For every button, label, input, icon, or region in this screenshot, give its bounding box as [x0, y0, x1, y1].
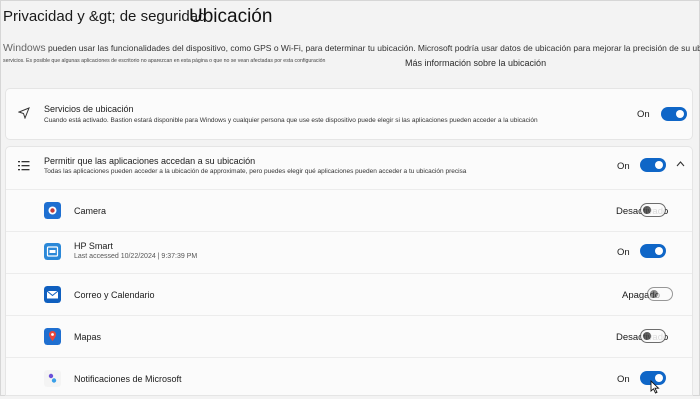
chevron-up-icon[interactable] [676, 161, 685, 167]
app-state: On [617, 247, 630, 258]
description-line-1: Windows pueden usar las funcionalidades … [3, 42, 700, 54]
location-services-toggle[interactable] [661, 107, 687, 121]
app-name: HP Smart [74, 241, 113, 251]
page-title: Ubicación [189, 6, 273, 27]
app-row-camera: Camera Desactivado [6, 190, 692, 231]
page-header: Privacidad y &gt; de seguridad Ubicación [3, 2, 693, 32]
app-access-state: On [617, 161, 630, 172]
app-access-card: Permitir que las aplicaciones accedan a … [5, 146, 693, 396]
app-last-accessed: Last accessed 10/22/2024 | 9:37:39 PM [74, 253, 198, 260]
app-toggle-maps[interactable] [640, 329, 666, 343]
app-row-maps: Mapas Desactivado [6, 316, 692, 357]
more-info-link[interactable]: Más información sobre la ubicación [405, 58, 546, 68]
mail-app-icon [44, 286, 61, 303]
app-name: Mapas [74, 332, 102, 342]
hp-smart-app-icon [44, 243, 61, 260]
navigation-arrow-icon [18, 107, 30, 119]
description-text: pueden usar las funcionalidades del disp… [45, 43, 700, 53]
app-access-subtitle: Todas las aplicaciones pueden acceder a … [44, 168, 467, 175]
app-access-title: Permitir que las aplicaciones accedan a … [44, 156, 256, 166]
breadcrumb-privacy[interactable]: Privacidad y &gt; de seguridad [3, 8, 206, 25]
app-name: Notificaciones de Microsoft [74, 374, 182, 384]
app-toggle-camera[interactable] [640, 203, 666, 217]
app-name: Camera [74, 206, 107, 216]
app-name: Correo y Calendario [74, 290, 155, 300]
app-row-hp-smart: HP Smart Last accessed 10/22/2024 | 9:37… [6, 232, 692, 273]
description-line-2: servicios. Es posible que algunas aplica… [3, 58, 326, 64]
location-services-state: On [637, 109, 650, 120]
location-services-subtitle: Cuando está activado. Bastion estará dis… [44, 117, 538, 124]
description-lead-word: Windows [3, 42, 46, 54]
app-row-mail-calendar: Correo y Calendario Apagado [6, 274, 692, 315]
microsoft-notifications-app-icon [44, 370, 61, 387]
maps-app-icon [44, 328, 61, 345]
app-toggle-hp-smart[interactable] [640, 244, 666, 258]
app-state: On [617, 374, 630, 385]
mouse-cursor-icon [650, 380, 660, 394]
location-services-title: Servicios de ubicación [44, 104, 134, 114]
camera-app-icon [44, 202, 61, 219]
app-toggle-mail-calendar[interactable] [647, 287, 673, 301]
app-access-toggle[interactable] [640, 158, 666, 172]
app-row-microsoft-notifications: Notificaciones de Microsoft On [6, 358, 692, 399]
list-icon [18, 161, 30, 171]
location-services-card[interactable]: Servicios de ubicación Cuando está activ… [5, 88, 693, 140]
